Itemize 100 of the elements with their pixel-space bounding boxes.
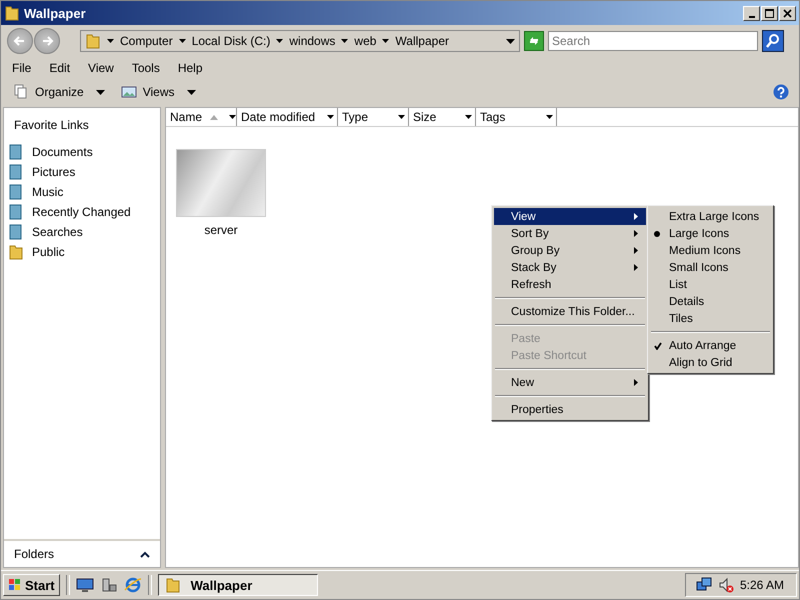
clock: 5:26 AM	[740, 578, 784, 592]
column-header[interactable]: Type	[342, 110, 368, 124]
menu-item[interactable]: List	[650, 276, 771, 293]
back-button[interactable]	[7, 28, 33, 54]
bullet-icon	[654, 230, 660, 236]
breadcrumb-item[interactable]: Local Disk (C:)	[192, 34, 270, 48]
forward-button[interactable]	[34, 28, 60, 54]
caret-icon[interactable]	[107, 39, 114, 43]
library-icon	[8, 224, 24, 240]
menu-item[interactable]: Auto Arrange	[650, 337, 771, 354]
file-name[interactable]: server	[204, 223, 238, 237]
help-icon[interactable]	[773, 84, 789, 100]
arrow-right-icon	[40, 34, 54, 48]
menu-item[interactable]: Extra Large Icons	[650, 208, 771, 225]
folder-icon	[8, 244, 24, 260]
menu-item[interactable]: Tiles	[650, 310, 771, 327]
flag-icon	[8, 578, 22, 592]
menu-item[interactable]: Tools	[132, 61, 160, 75]
monitor-icon[interactable]	[76, 577, 94, 593]
caret-icon[interactable]	[395, 115, 408, 119]
submenu-arrow-icon	[634, 247, 638, 254]
menu-item[interactable]: Edit	[49, 61, 70, 75]
caret-icon[interactable]	[341, 39, 348, 43]
image-thumbnail[interactable]	[176, 149, 266, 217]
folder-icon	[4, 5, 20, 21]
caret-icon[interactable]	[382, 39, 390, 43]
section-heading: Favorite Links	[13, 117, 90, 134]
muted-speaker-icon[interactable]	[718, 577, 734, 593]
menu-item[interactable]: Properties	[494, 401, 646, 418]
arrow-left-icon	[13, 34, 27, 48]
menu-item[interactable]: Customize This Folder...	[494, 303, 646, 320]
sort-ascending-icon	[210, 114, 218, 120]
menu-item[interactable]: New	[494, 374, 646, 391]
caret-icon[interactable]	[178, 39, 186, 43]
pages-icon	[13, 84, 29, 100]
library-icon	[8, 184, 24, 200]
toolbar-button[interactable]: Organize	[11, 84, 107, 100]
menu-item[interactable]: Large Icons	[650, 225, 771, 242]
menu-item[interactable]: View	[494, 208, 646, 225]
window-title: Wallpaper	[24, 6, 87, 20]
caret-icon[interactable]	[324, 115, 337, 119]
menu-item[interactable]: Details	[650, 293, 771, 310]
minimize-button[interactable]	[743, 6, 760, 20]
folder-icon	[164, 577, 181, 593]
server-icon[interactable]	[100, 577, 118, 593]
breadcrumb-item[interactable]: windows	[289, 34, 336, 48]
close-button[interactable]	[779, 6, 796, 20]
menu-item[interactable]: Help	[178, 61, 203, 75]
search-button[interactable]	[762, 30, 784, 52]
menu-item[interactable]: Align to Grid	[650, 354, 771, 371]
submenu-arrow-icon	[634, 264, 638, 271]
start-button[interactable]: Start	[3, 574, 60, 596]
caret-icon	[186, 90, 196, 94]
menu-item[interactable]: Medium Icons	[650, 242, 771, 259]
taskbar-button[interactable]: Wallpaper	[158, 574, 318, 596]
menu-item[interactable]: Stack By	[494, 259, 646, 276]
address-bar[interactable]: Computer Local Disk (C:) windows web Wallpaper	[80, 30, 520, 52]
menu-item[interactable]: Group By	[494, 242, 646, 259]
caret-icon	[96, 90, 105, 94]
folders-label: Folders	[14, 547, 54, 561]
breadcrumb-item[interactable]: Computer	[120, 34, 173, 48]
browser-icon[interactable]	[124, 577, 142, 593]
sidebar-item[interactable]: Music	[4, 182, 160, 202]
menu-item[interactable]: File	[12, 61, 32, 75]
menu-item[interactable]: Refresh	[494, 276, 646, 293]
sidebar-item[interactable]: Public	[4, 242, 160, 262]
submenu-arrow-icon	[634, 213, 638, 220]
column-header[interactable]: Name	[170, 110, 218, 124]
sidebar-item[interactable]: Recently Changed	[4, 202, 160, 222]
refresh-button[interactable]	[524, 31, 544, 51]
caret-icon[interactable]	[462, 115, 475, 119]
caret-icon[interactable]	[506, 38, 515, 44]
submenu-arrow-icon	[634, 379, 638, 386]
search-field[interactable]: Search	[548, 31, 758, 51]
chevron-up-icon[interactable]	[140, 550, 150, 558]
maximize-icon	[765, 8, 774, 18]
sidebar-item[interactable]: Pictures	[4, 162, 160, 182]
minimize-icon	[748, 16, 754, 18]
maximize-button[interactable]	[761, 6, 778, 20]
library-icon	[8, 144, 24, 160]
toolbar-button[interactable]: Views	[118, 84, 198, 100]
column-header[interactable]: Tags	[480, 110, 506, 124]
breadcrumb-item[interactable]: Wallpaper	[395, 34, 449, 48]
sidebar-item[interactable]: Searches	[4, 222, 160, 242]
menu-item[interactable]: View	[88, 61, 114, 75]
menu-item[interactable]: Sort By	[494, 225, 646, 242]
network-icon[interactable]	[696, 577, 712, 593]
caret-icon[interactable]	[543, 115, 556, 119]
column-header[interactable]: Date modified	[241, 110, 316, 124]
submenu-arrow-icon	[634, 230, 638, 237]
close-icon	[783, 8, 792, 18]
menu-item[interactable]: Small Icons	[650, 259, 771, 276]
column-header[interactable]: Size	[413, 110, 436, 124]
library-icon	[8, 204, 24, 220]
caret-icon[interactable]	[276, 39, 284, 43]
checkmark-icon	[654, 342, 662, 350]
folder-icon	[85, 33, 101, 49]
picture-icon	[120, 84, 137, 100]
sidebar-item[interactable]: Documents	[4, 142, 160, 162]
breadcrumb-item[interactable]: web	[354, 34, 376, 48]
